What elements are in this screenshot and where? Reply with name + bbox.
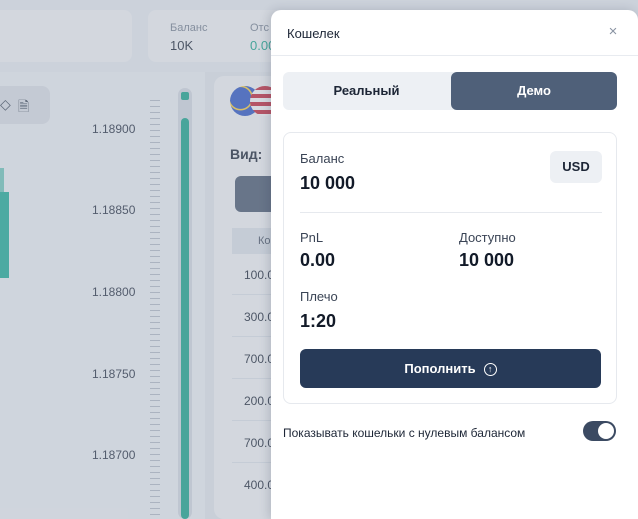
arrow-up-circle-icon: ↑ bbox=[483, 363, 497, 376]
balance-value: 10 000 bbox=[300, 173, 356, 193]
toggle-knob bbox=[598, 423, 614, 439]
wallet-type-switch: Реальный Демо bbox=[283, 72, 617, 110]
show-zero-wallets-label: Показывать кошельки с нулевым балансом bbox=[283, 426, 526, 440]
tab-demo[interactable]: Демо bbox=[451, 72, 617, 110]
leverage-label: Плечо bbox=[300, 289, 338, 304]
pnl-label: PnL bbox=[300, 230, 324, 245]
available-value: 10 000 bbox=[459, 250, 515, 270]
wallet-modal: Кошелек × Реальный Демо Баланс 10 000 US… bbox=[271, 10, 638, 519]
balance-label: Баланс bbox=[300, 151, 345, 166]
card-divider bbox=[300, 212, 602, 213]
tab-real[interactable]: Реальный bbox=[283, 72, 450, 110]
wallet-card: Баланс 10 000 USD PnL 0.00 Доступно 10 0… bbox=[283, 132, 617, 404]
modal-header: Кошелек × bbox=[271, 10, 638, 56]
topup-button[interactable]: Пополнить ↑ bbox=[300, 349, 601, 388]
topup-label: Пополнить bbox=[404, 361, 476, 376]
close-icon[interactable]: × bbox=[602, 21, 624, 43]
show-zero-wallets-toggle[interactable] bbox=[583, 421, 616, 441]
currency-badge[interactable]: USD bbox=[550, 151, 602, 183]
modal-title: Кошелек bbox=[287, 26, 340, 41]
pnl-value: 0.00 bbox=[300, 250, 336, 270]
leverage-value: 1:20 bbox=[300, 311, 337, 331]
available-label: Доступно bbox=[459, 230, 516, 245]
